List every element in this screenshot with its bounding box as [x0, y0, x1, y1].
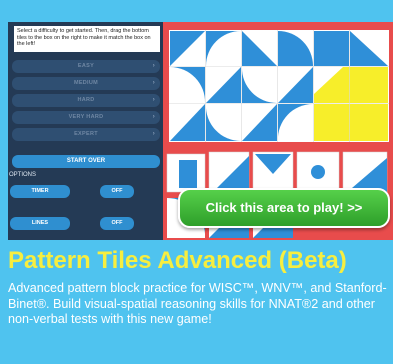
draggable-tile	[311, 165, 325, 179]
chevron-right-icon: ›	[152, 63, 155, 69]
game-title: Pattern Tiles Advanced (Beta)	[8, 247, 347, 274]
instructions-text: Select a difficulty to get started. Then…	[14, 26, 160, 52]
difficulty-label: VERY HARD	[68, 114, 104, 120]
game-description: Advanced pattern block practice for WISC…	[8, 281, 387, 326]
play-button[interactable]: Click this area to play! >>	[178, 188, 390, 228]
difficulty-label: EXPERT	[74, 131, 98, 137]
difficulty-label: MEDIUM	[73, 80, 99, 86]
chevron-right-icon: ›	[152, 114, 155, 120]
chevron-right-icon: ›	[152, 80, 155, 86]
difficulty-medium-button[interactable]: MEDIUM ›	[12, 77, 160, 90]
draggable-tile	[179, 160, 197, 188]
chevron-right-icon: ›	[152, 131, 155, 137]
difficulty-hard-button[interactable]: HARD ›	[12, 94, 160, 107]
pattern-tile	[314, 104, 388, 141]
timer-label: TIMER	[10, 185, 70, 198]
lines-toggle[interactable]: OFF	[100, 217, 134, 230]
game-card[interactable]: Select a difficulty to get started. Then…	[0, 0, 393, 364]
difficulty-label: HARD	[77, 97, 95, 103]
lines-option-row: LINES OFF	[8, 216, 163, 230]
pattern-tile	[314, 31, 349, 66]
difficulty-label: EASY	[77, 63, 95, 69]
difficulty-list: EASY › MEDIUM › HARD › VERY HARD › EXPER…	[12, 60, 160, 145]
difficulty-easy-button[interactable]: EASY ›	[12, 60, 160, 73]
timer-toggle[interactable]: OFF	[100, 185, 134, 198]
options-label: OPTIONS	[9, 172, 37, 178]
start-over-button[interactable]: START OVER	[12, 155, 160, 168]
difficulty-very-hard-button[interactable]: VERY HARD ›	[12, 111, 160, 124]
timer-option-row: TIMER OFF	[8, 184, 163, 198]
difficulty-expert-button[interactable]: EXPERT ›	[12, 128, 160, 141]
chevron-right-icon: ›	[152, 97, 155, 103]
control-panel: Select a difficulty to get started. Then…	[8, 22, 163, 240]
lines-label: LINES	[10, 217, 70, 230]
